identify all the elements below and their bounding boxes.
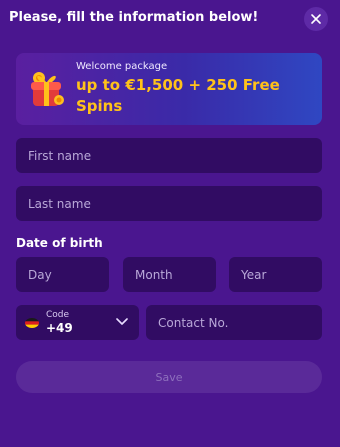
modal-header: Please, fill the information below! — [0, 0, 340, 40]
contact-number-field[interactable]: Contact No. — [146, 305, 322, 340]
close-icon — [311, 14, 321, 24]
chevron-down-icon — [116, 318, 128, 325]
first-name-placeholder: First name — [28, 148, 92, 163]
last-name-field[interactable]: Last name — [16, 186, 322, 221]
month-placeholder: Month — [135, 267, 173, 282]
year-select[interactable]: Year — [229, 257, 322, 292]
gift-icon — [31, 72, 64, 106]
close-button[interactable] — [304, 7, 328, 31]
welcome-banner: Welcome package up to €1,500 + 250 Free … — [16, 53, 322, 125]
day-select[interactable]: Day — [16, 257, 109, 292]
banner-offer: up to €1,500 + 250 Free Spins — [76, 76, 280, 115]
save-button[interactable]: Save — [16, 361, 322, 393]
banner-subtitle: Welcome package — [76, 61, 168, 72]
contact-placeholder: Contact No. — [158, 315, 229, 330]
first-name-field[interactable]: First name — [16, 138, 322, 173]
year-placeholder: Year — [241, 267, 267, 282]
date-of-birth-label: Date of birth — [16, 236, 103, 250]
month-select[interactable]: Month — [123, 257, 216, 292]
code-value: +49 — [46, 321, 73, 335]
country-code-select[interactable]: Code +49 — [16, 305, 139, 340]
modal-title: Please, fill the information below! — [9, 10, 259, 25]
last-name-placeholder: Last name — [28, 196, 91, 211]
germany-flag-icon — [25, 318, 39, 328]
code-label: Code — [46, 310, 70, 320]
day-placeholder: Day — [28, 267, 52, 282]
